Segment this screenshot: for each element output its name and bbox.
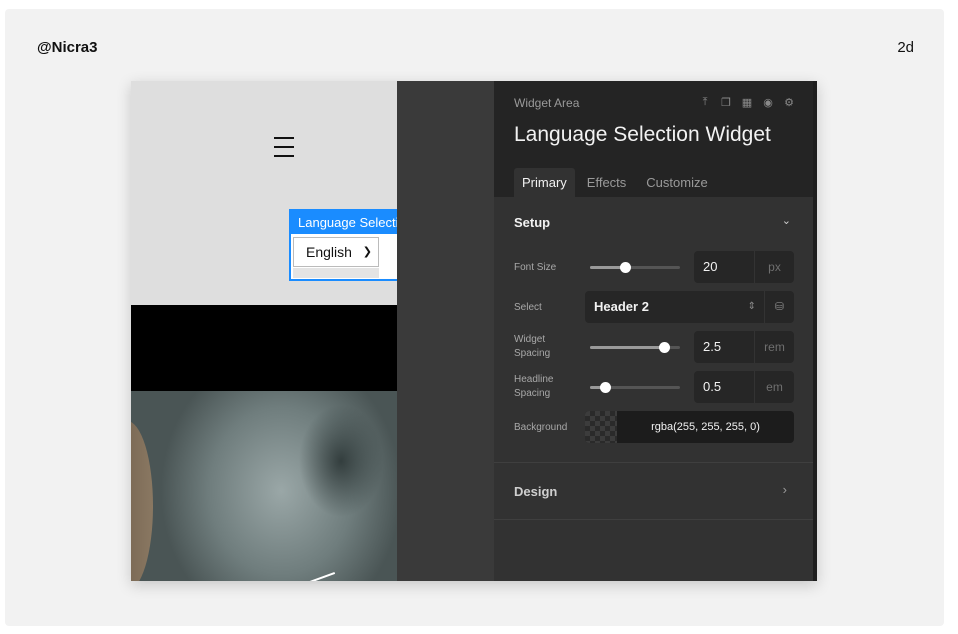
panel-edge [813,81,817,581]
tab-effects[interactable]: Effects [579,168,635,197]
widget-spacing-label-line1: Widget [514,334,546,345]
widget-spacing-value: 2.5 [703,339,722,354]
widget-spacing-slider[interactable] [590,342,680,353]
widget-bottom [293,268,379,278]
section-divider [494,462,813,463]
preview-dark-band [131,305,397,391]
photo-hood [131,421,153,581]
select-label: Select [514,302,542,313]
background-color-value[interactable]: rgba(255, 255, 255, 0) [617,411,794,443]
photo-mark [306,571,336,581]
breadcrumb[interactable]: Widget Area [514,96,579,110]
font-size-value: 20 [703,259,718,274]
widget-label: Language Selecti [291,211,411,234]
chevron-down-icon: ❯ [362,246,372,258]
chevron-right-icon[interactable]: › [783,482,787,497]
gear-icon[interactable]: ⚙ [783,96,795,109]
background-label: Background [514,422,568,433]
header-select[interactable]: Header 2 ⇕ ⛁ [585,291,794,323]
post-age: 2d [897,39,914,56]
section-divider [494,519,813,520]
hamburger-menu-icon[interactable] [274,137,294,159]
headline-spacing-unit[interactable]: em [754,371,794,403]
headline-spacing-input[interactable]: 0.5 em [694,371,794,403]
settings-panel: Widget Area ⤒ ❐ ▦ ◉ ⚙ Language Selection… [494,81,813,581]
username[interactable]: @Nicra3 [37,39,98,56]
design-section-title[interactable]: Design [514,484,557,499]
panel-tabs: Primary Effects Customize [514,168,720,197]
language-selection-widget[interactable]: Language Selecti English ❯ [289,209,411,281]
panel-header: Widget Area ⤒ ❐ ▦ ◉ ⚙ Language Selection… [494,81,813,197]
language-select-value: English [306,244,352,260]
eye-icon[interactable]: ◉ [762,96,774,109]
preview-header: Language Selecti English ❯ [131,81,411,305]
headline-spacing-slider[interactable] [590,382,680,393]
header-select-value: Header 2 [594,299,649,314]
font-size-input[interactable]: 20 px [694,251,794,283]
tab-primary[interactable]: Primary [514,168,575,197]
tab-customize[interactable]: Customize [638,168,715,197]
header-actions: ⤒ ❐ ▦ ◉ ⚙ [699,96,795,109]
slider-knob[interactable] [659,342,670,353]
canvas-strip [397,81,494,581]
post-card: @Nicra3 2d Language Selecti English ❯ Wi… [5,9,944,626]
widget-spacing-label-line2: Spacing [514,348,551,359]
font-size-unit[interactable]: px [754,251,794,283]
preview-photo [131,391,397,581]
setup-section-title[interactable]: Setup [514,215,550,230]
widget-spacing-unit[interactable]: rem [754,331,794,363]
headline-spacing-label-line1: Headline [514,374,554,385]
language-select[interactable]: English ❯ [293,237,379,267]
trash-icon[interactable]: ▦ [741,96,753,109]
copy-icon[interactable]: ❐ [720,96,732,109]
screenshot: Language Selecti English ❯ Widget Area ⤒… [131,81,817,581]
color-swatch[interactable] [585,411,617,443]
slider-knob[interactable] [600,382,611,393]
headline-spacing-label: Headline Spacing [514,373,553,401]
font-size-label: Font Size [514,262,557,273]
database-icon[interactable]: ⛁ [764,291,794,323]
panel-title: Language Selection Widget [514,123,771,146]
headline-spacing-value: 0.5 [703,379,722,394]
widget-spacing-label: Widget Spacing [514,333,550,361]
updown-arrows-icon: ⇕ [747,301,756,312]
slider-knob[interactable] [620,262,631,273]
upload-icon[interactable]: ⤒ [699,96,711,109]
background-color-picker[interactable]: rgba(255, 255, 255, 0) [585,411,794,443]
font-size-slider[interactable] [590,262,680,273]
chevron-down-icon[interactable]: ⌄ [782,214,791,227]
widget-spacing-input[interactable]: 2.5 rem [694,331,794,363]
headline-spacing-label-line2: Spacing [514,388,551,399]
